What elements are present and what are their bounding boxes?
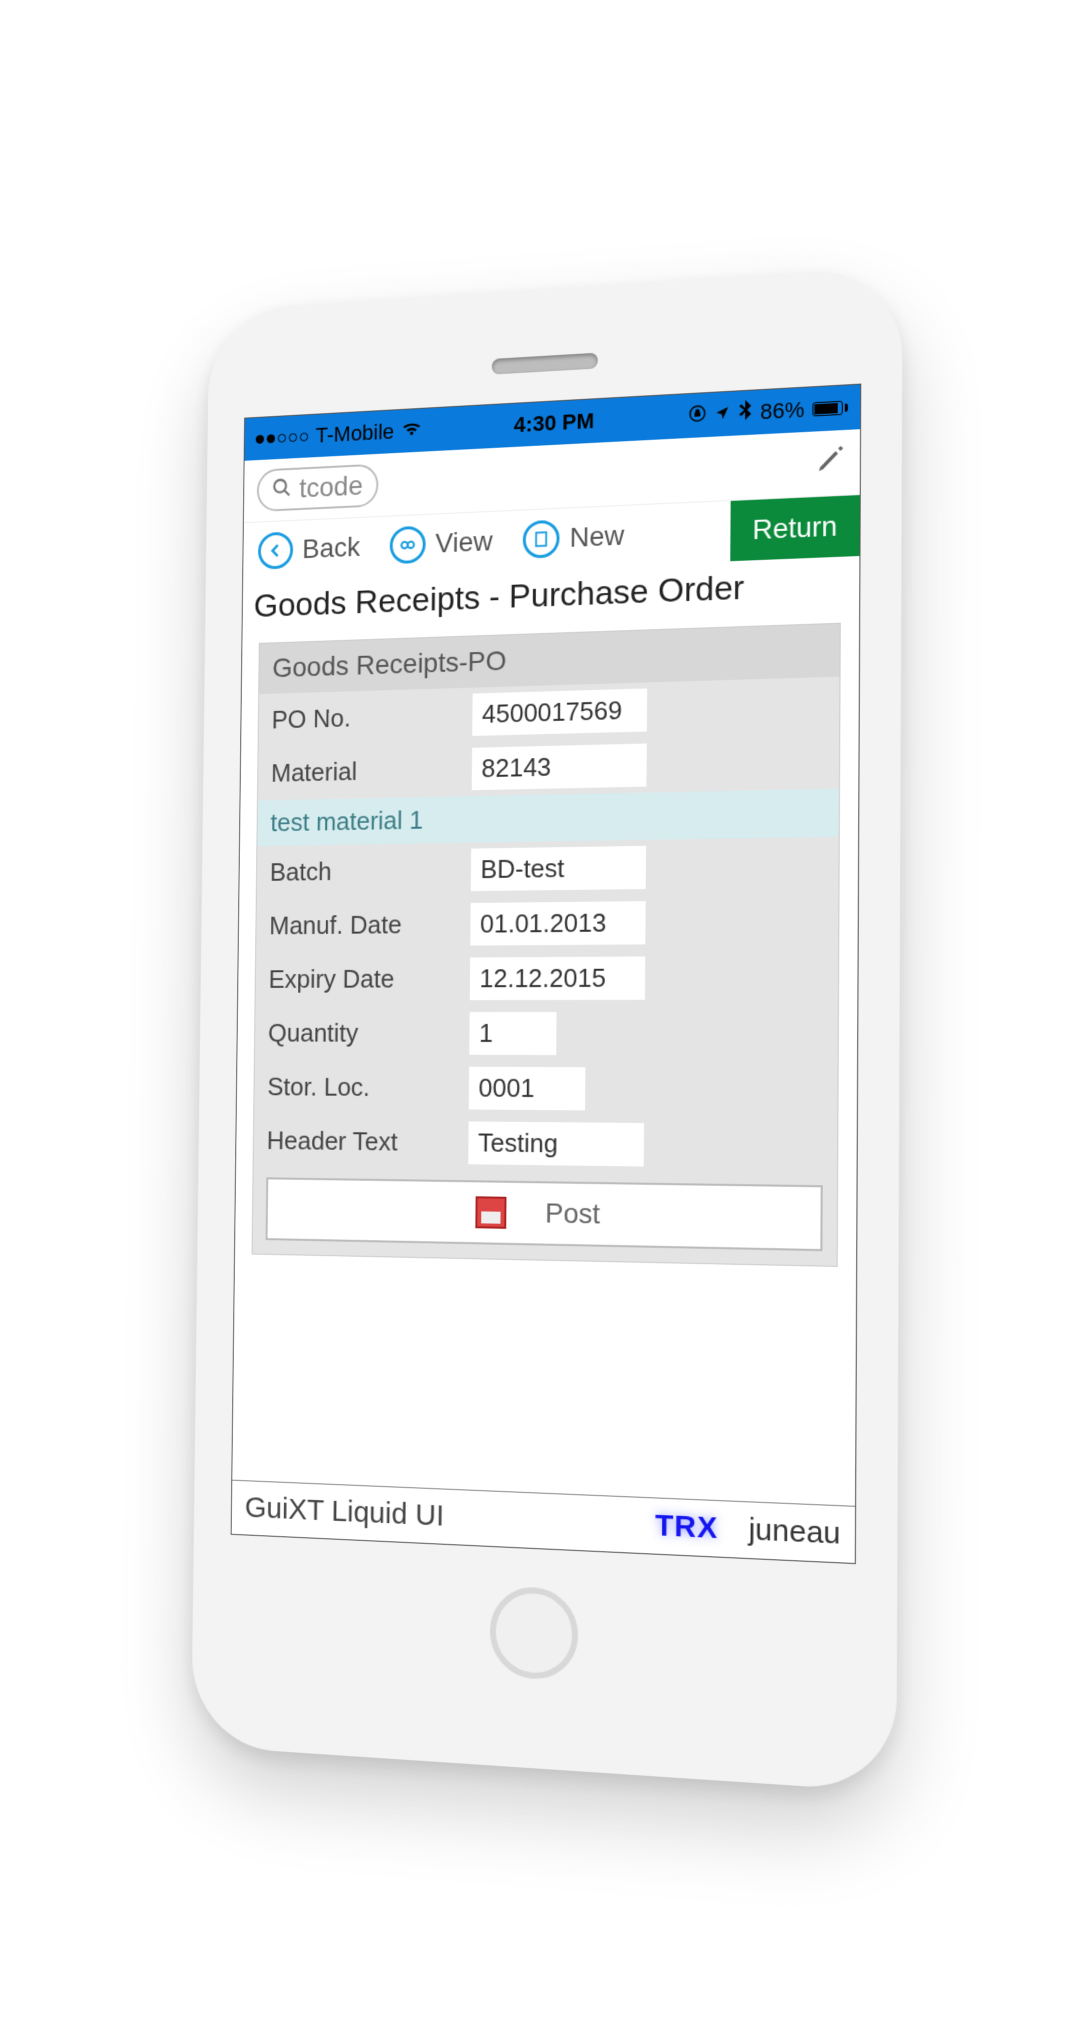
- location-icon: [714, 400, 730, 427]
- wifi-icon: [402, 417, 423, 443]
- label-batch: Batch: [270, 854, 458, 887]
- app-name: GuiXT Liquid UI: [245, 1491, 445, 1534]
- battery-icon: [812, 400, 848, 416]
- signal-icon: [256, 431, 308, 442]
- server-name: juneau: [748, 1512, 840, 1551]
- input-manuf-date[interactable]: 01.01.2013: [470, 901, 645, 945]
- phone-speaker: [492, 352, 598, 374]
- input-batch[interactable]: BD-test: [471, 845, 646, 890]
- label-header-text: Header Text: [267, 1125, 456, 1158]
- post-label: Post: [545, 1197, 600, 1230]
- label-material: Material: [271, 754, 459, 789]
- tcode-search[interactable]: tcode: [257, 463, 378, 511]
- view-icon: [390, 525, 426, 564]
- row-stor-loc: Stor. Loc. 0001: [254, 1060, 837, 1119]
- back-arrow-icon: [258, 531, 293, 569]
- bluetooth-icon: [738, 399, 752, 426]
- row-expiry-date: Expiry Date 12.12.2015: [255, 949, 838, 1006]
- new-button[interactable]: New: [508, 506, 640, 569]
- input-material[interactable]: 82143: [472, 743, 647, 790]
- footer-bar: GuiXT Liquid UI TRX juneau: [232, 1479, 855, 1562]
- label-stor-loc: Stor. Loc.: [267, 1071, 455, 1103]
- row-header-text: Header Text Testing: [254, 1113, 838, 1174]
- search-placeholder: tcode: [299, 470, 363, 504]
- back-button[interactable]: Back: [243, 518, 375, 580]
- label-po-no: PO No.: [272, 699, 460, 734]
- battery-pct: 86%: [760, 396, 804, 425]
- row-manuf-date: Manuf. Date 01.01.2013: [256, 892, 838, 952]
- screen: T-Mobile 4:30 PM 86%: [231, 383, 862, 1564]
- orientation-lock-icon: [688, 402, 706, 429]
- new-doc-icon: [523, 519, 560, 558]
- label-manuf-date: Manuf. Date: [269, 909, 457, 941]
- input-stor-loc[interactable]: 0001: [469, 1066, 586, 1110]
- trx-button[interactable]: TRX: [655, 1508, 718, 1546]
- row-quantity: Quantity 1: [255, 1005, 838, 1061]
- input-quantity[interactable]: 1: [469, 1011, 556, 1054]
- goods-receipts-panel: Goods Receipts-PO PO No. 4500017569 Mate…: [252, 622, 841, 1266]
- row-batch: Batch BD-test: [257, 836, 839, 899]
- save-disk-icon: [475, 1196, 506, 1229]
- input-po-no[interactable]: 4500017569: [472, 688, 647, 736]
- return-label: Return: [752, 510, 837, 545]
- label-expiry-date: Expiry Date: [269, 963, 457, 994]
- home-button[interactable]: [490, 1585, 579, 1681]
- view-button[interactable]: View: [375, 512, 508, 574]
- search-icon: [271, 473, 292, 505]
- carrier-label: T-Mobile: [315, 419, 394, 448]
- clock: 4:30 PM: [514, 408, 594, 438]
- edit-icon[interactable]: [815, 443, 846, 483]
- post-button[interactable]: Post: [266, 1177, 823, 1251]
- input-expiry-date[interactable]: 12.12.2015: [470, 956, 645, 1000]
- phone-mockup: T-Mobile 4:30 PM 86%: [191, 265, 902, 1792]
- input-header-text[interactable]: Testing: [468, 1121, 644, 1166]
- label-quantity: Quantity: [268, 1018, 456, 1049]
- back-label: Back: [302, 531, 360, 565]
- return-button[interactable]: Return: [730, 495, 859, 561]
- new-label: New: [569, 519, 624, 553]
- view-label: View: [435, 525, 493, 559]
